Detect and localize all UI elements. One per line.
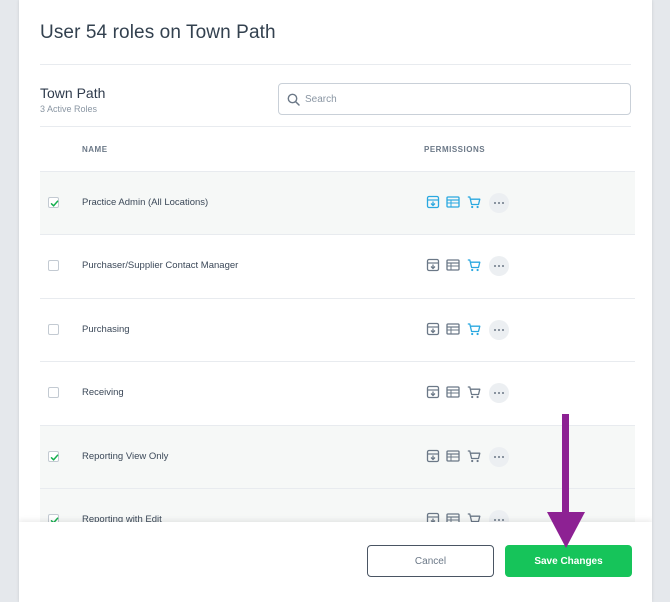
name-column-header: NAME: [82, 145, 108, 154]
list-table-icon: [446, 195, 460, 209]
role-name: Purchaser/Supplier Contact Manager: [82, 260, 239, 272]
inventory-box-icon: [426, 258, 440, 272]
checkmark-icon: [50, 200, 59, 207]
cancel-button[interactable]: Cancel: [367, 545, 494, 577]
cart-icon: [467, 449, 481, 463]
cart-icon: [467, 195, 481, 209]
more-options-icon[interactable]: [489, 446, 509, 467]
role-checkbox[interactable]: [48, 387, 59, 399]
cart-icon: [467, 385, 481, 399]
role-checkbox[interactable]: [48, 260, 59, 272]
role-name: Purchasing: [82, 323, 130, 335]
role-row: Purchasing: [40, 297, 635, 361]
title-divider: [40, 64, 631, 65]
role-name: Practice Admin (All Locations): [82, 197, 209, 208]
role-checkbox[interactable]: [48, 450, 59, 462]
more-options-icon[interactable]: [489, 319, 509, 340]
search-icon: [287, 93, 300, 106]
cart-icon: [467, 258, 481, 272]
role-row: Purchaser/Supplier Contact Manager: [40, 234, 635, 297]
role-row: Practice Admin (All Locations): [40, 171, 635, 235]
role-checkbox[interactable]: [48, 197, 59, 208]
role-checkbox[interactable]: [48, 323, 59, 335]
checkmark-icon: [50, 454, 59, 461]
cart-icon: [467, 322, 481, 336]
list-table-icon: [446, 449, 460, 463]
search-input[interactable]: [305, 89, 625, 109]
role-name: Reporting View Only: [82, 450, 169, 462]
active-roles-count: 3 Active Roles: [40, 104, 98, 114]
more-options-icon[interactable]: [489, 383, 509, 404]
inventory-box-icon: [426, 385, 440, 399]
inventory-box-icon: [426, 322, 440, 336]
permissions-column-header: PERMISSIONS: [424, 145, 486, 154]
list-table-icon: [446, 258, 460, 272]
header-divider: [40, 126, 631, 127]
more-options-icon[interactable]: [489, 256, 509, 277]
role-name: Receiving: [82, 387, 124, 399]
list-table-icon: [446, 385, 460, 399]
location-name: Town Path: [40, 85, 106, 101]
search-box[interactable]: [278, 83, 631, 115]
list-table-icon: [446, 322, 460, 336]
annotation-arrow-icon: [547, 414, 585, 548]
modal-title: User 54 roles on Town Path: [40, 22, 276, 43]
more-options-icon[interactable]: [489, 193, 509, 213]
inventory-box-icon: [426, 449, 440, 463]
inventory-box-icon: [426, 195, 440, 209]
